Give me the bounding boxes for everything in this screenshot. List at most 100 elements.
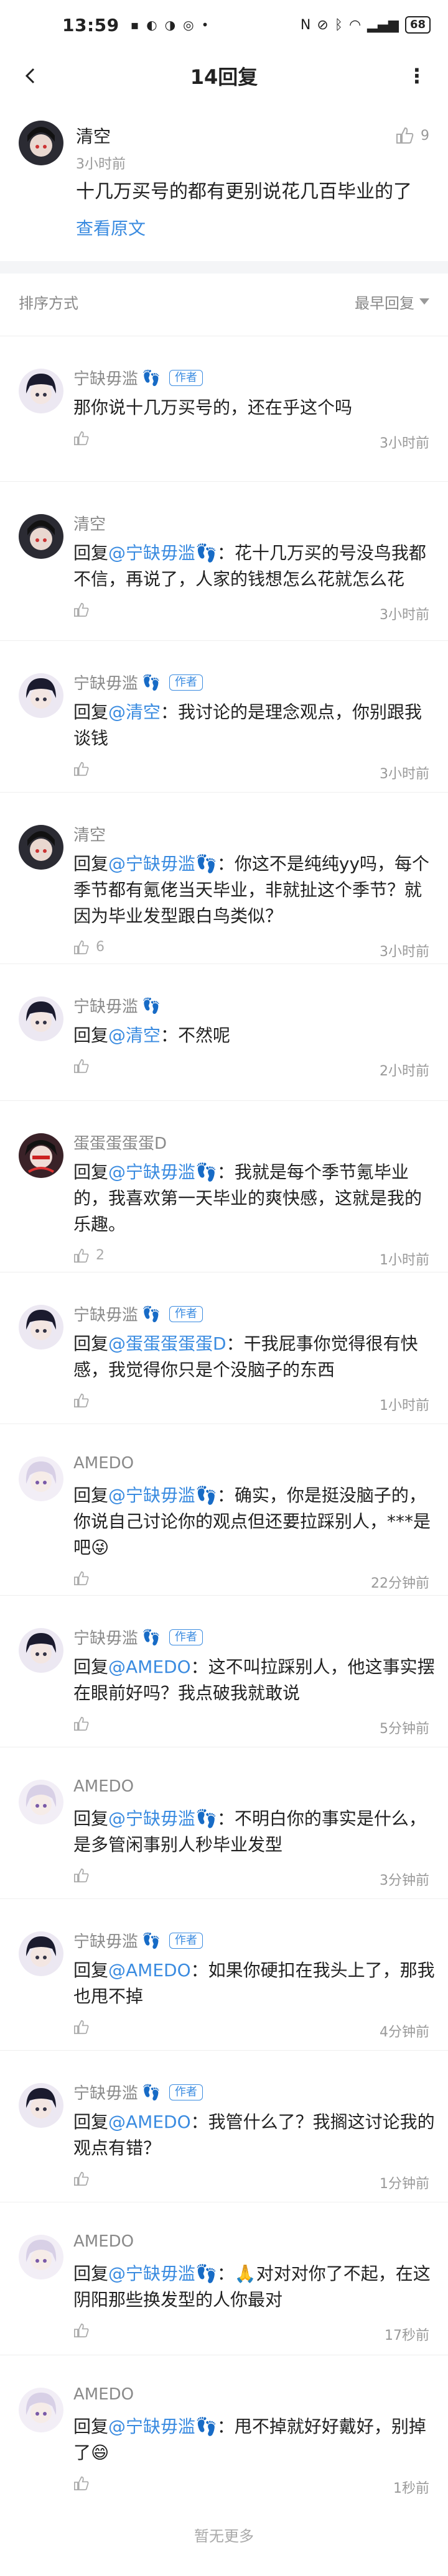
reply-mention[interactable]: @宁缺毋滥👣: [108, 543, 217, 563]
reply-item[interactable]: 宁缺毋滥 👣 作者 回复@蛋蛋蛋蛋蛋D：干我屁事你觉得很有快感，我觉得你只是个没…: [0, 1272, 448, 1424]
reply-mention[interactable]: @清空: [108, 702, 161, 722]
reply-author[interactable]: 宁缺毋滥 👣 作者: [73, 671, 203, 694]
back-button[interactable]: [16, 61, 46, 91]
view-original-link[interactable]: 查看原文: [76, 215, 429, 240]
footprint-icon: 👣: [142, 369, 161, 387]
reply-author-name: AMEDO: [73, 2232, 134, 2251]
thumbs-up-icon: [74, 431, 89, 446]
reply-like-button[interactable]: [73, 1571, 96, 1586]
reply-like-button[interactable]: [73, 1393, 96, 1408]
post-like-button[interactable]: 9: [396, 127, 429, 144]
reply-author[interactable]: 宁缺毋滥 👣 作者: [73, 366, 203, 389]
reply-item[interactable]: AMEDO 回复@宁缺毋滥👣：不明白你的事实是什么，是多管闲事别人秒毕业发型 3…: [0, 1747, 448, 1898]
reply-mention[interactable]: @AMEDO: [108, 2112, 191, 2132]
reply-content: 回复@宁缺毋滥👣：不明白你的事实是什么，是多管闲事别人秒毕业发型: [73, 1806, 436, 1858]
reply-author[interactable]: 蛋蛋蛋蛋蛋D: [73, 1131, 167, 1154]
reply-item[interactable]: 宁缺毋滥 👣 作者 回复@AMEDO：如果你硬扣在我头上了，那我也甩不掉 4分钟…: [0, 1898, 448, 2050]
reply-author[interactable]: 宁缺毋滥 👣 作者: [73, 1929, 203, 1952]
reply-item[interactable]: 清空 回复@宁缺毋滥👣：你这不是纯纯yy吗，每个季节都有氪佬当天毕业，非就扯这个…: [0, 792, 448, 964]
reply-item[interactable]: 宁缺毋滥 👣 作者 那你说十几万买号的，还在乎这个吗 3小时前: [0, 336, 448, 481]
reply-prefix: 回复: [73, 2416, 109, 2437]
reply-mention[interactable]: @宁缺毋滥👣: [108, 1485, 217, 1506]
reply-like-button[interactable]: [73, 2171, 96, 2186]
reply-like-button[interactable]: [73, 1716, 96, 1731]
avatar[interactable]: [19, 2083, 63, 2128]
avatar[interactable]: [19, 1456, 63, 1501]
reply-like-button[interactable]: [73, 2323, 96, 2338]
reply-author-name: 宁缺毋滥: [73, 1306, 139, 1325]
reply-author[interactable]: 宁缺毋滥 👣 作者: [73, 1302, 203, 1325]
more-button[interactable]: ⋮: [402, 61, 432, 91]
reply-mention[interactable]: @清空: [108, 1025, 161, 1046]
reply-author[interactable]: 宁缺毋滥 👣 作者: [73, 2081, 203, 2104]
reply-content: 回复@宁缺毋滥👣：甩不掉就好好戴好，别掉了😄: [73, 2414, 436, 2466]
reply-mention[interactable]: @宁缺毋滥👣: [108, 1162, 217, 1182]
thumbs-up-icon: [74, 1716, 89, 1731]
reply-item[interactable]: 宁缺毋滥 👣 作者 回复@清空：我讨论的是理念观点，你别跟我谈钱 3小时前: [0, 640, 448, 792]
reply-author[interactable]: AMEDO: [73, 1777, 134, 1796]
reply-like-button[interactable]: [73, 761, 96, 776]
post-content: 十几万买号的都有更别说花几百毕业的了: [76, 181, 412, 203]
signal-icon: ▂▄▆: [367, 17, 399, 33]
author-badge: 作者: [169, 1305, 203, 1322]
reply-like-button[interactable]: 2: [73, 1248, 105, 1263]
reply-like-button[interactable]: 6: [73, 939, 105, 955]
reply-item[interactable]: AMEDO 回复@宁缺毋滥👣：确实，你是挺没脑子的，你说自己讨论你的观点但还要拉…: [0, 1424, 448, 1595]
reply-content: 回复@宁缺毋滥👣：🙏对对对你了不起，在这阴阳那些换发型的人你最对: [73, 2261, 436, 2313]
avatar[interactable]: [19, 996, 63, 1041]
reply-mention[interactable]: @宁缺毋滥👣: [108, 1808, 217, 1829]
footprint-icon: 👣: [142, 996, 161, 1014]
thumbs-up-icon: [74, 2323, 89, 2338]
reply-like-button[interactable]: [73, 431, 96, 446]
reply-author[interactable]: AMEDO: [73, 2385, 134, 2404]
reply-author[interactable]: AMEDO: [73, 1454, 134, 1473]
reply-item[interactable]: 宁缺毋滥 👣 回复@清空：不然呢 2小时前: [0, 964, 448, 1100]
reply-like-button[interactable]: [73, 2020, 96, 2035]
thumbs-up-icon: [74, 2171, 89, 2186]
reply-mention[interactable]: @宁缺毋滥👣: [108, 2416, 217, 2437]
avatar[interactable]: [19, 514, 63, 559]
avatar[interactable]: [19, 1305, 63, 1350]
reply-item[interactable]: 清空 回复@宁缺毋滥👣：花十几万买的号没鸟我都不信，再说了，人家的钱想怎么花就怎…: [0, 481, 448, 640]
footprint-icon: 👣: [142, 673, 161, 691]
thumbs-up-icon: [74, 602, 89, 617]
reply-mention[interactable]: @AMEDO: [108, 1657, 191, 1677]
avatar[interactable]: [19, 1628, 63, 1673]
reply-item[interactable]: 蛋蛋蛋蛋蛋D 回复@宁缺毋滥👣：我就是每个季节氪毕业的，我喜欢第一天毕业的爽快感…: [0, 1100, 448, 1272]
avatar[interactable]: [19, 2388, 63, 2432]
reply-like-button[interactable]: [73, 2476, 96, 2491]
avatar[interactable]: [19, 121, 63, 165]
avatar[interactable]: [19, 673, 63, 718]
reply-mention[interactable]: @宁缺毋滥👣: [108, 853, 217, 874]
reply-author[interactable]: 清空: [73, 512, 106, 535]
reply-like-button[interactable]: [73, 1059, 96, 1074]
reply-author[interactable]: 宁缺毋滥 👣 作者: [73, 1626, 203, 1649]
reply-like-button[interactable]: [73, 1868, 96, 1883]
reply-content: 回复@宁缺毋滥👣：你这不是纯纯yy吗，每个季节都有氪佬当天毕业，非就扯这个季节？…: [73, 851, 436, 929]
reply-mention[interactable]: @宁缺毋滥👣: [108, 2263, 217, 2284]
avatar[interactable]: [19, 369, 63, 413]
reply-item[interactable]: 宁缺毋滥 👣 作者 回复@AMEDO：我管什么了？我搁这讨论我的观点有错？ 1分…: [0, 2050, 448, 2202]
sort-bar: 排序方式 最早回复: [0, 274, 448, 329]
thumbs-up-icon: [396, 127, 414, 144]
avatar[interactable]: [19, 2235, 63, 2279]
avatar[interactable]: [19, 1931, 63, 1976]
reply-item[interactable]: 宁缺毋滥 👣 作者 回复@AMEDO：这不叫拉踩别人，他这事实摆在眼前好吗？我点…: [0, 1595, 448, 1747]
reply-text: 那你说十几万买号的，还在乎这个吗: [73, 397, 353, 418]
avatar[interactable]: [19, 1133, 63, 1178]
reply-like-button[interactable]: [73, 602, 96, 617]
post-author-name[interactable]: 清空: [76, 123, 126, 148]
reply-content: 回复@清空：我讨论的是理念观点，你别跟我谈钱: [73, 699, 436, 752]
reply-content: 回复@蛋蛋蛋蛋蛋D：干我屁事你觉得很有快感，我觉得你只是个没脑子的东西: [73, 1331, 436, 1383]
reply-author[interactable]: 宁缺毋滥 👣: [73, 994, 161, 1017]
reply-author[interactable]: AMEDO: [73, 2232, 134, 2251]
avatar[interactable]: [19, 825, 63, 870]
avatar[interactable]: [19, 1780, 63, 1824]
reply-mention[interactable]: @AMEDO: [108, 1960, 191, 1980]
reply-item[interactable]: AMEDO 回复@宁缺毋滥👣：🙏对对对你了不起，在这阴阳那些换发型的人你最对 1…: [0, 2202, 448, 2355]
reply-mention[interactable]: @蛋蛋蛋蛋蛋D: [108, 1333, 226, 1354]
reply-author[interactable]: 清空: [73, 822, 106, 845]
reply-item[interactable]: AMEDO 回复@宁缺毋滥👣：甩不掉就好好戴好，别掉了😄 1秒前: [0, 2355, 448, 2499]
reply-time: 17秒前: [385, 2328, 429, 2344]
sort-dropdown[interactable]: 最早回复: [355, 291, 429, 313]
